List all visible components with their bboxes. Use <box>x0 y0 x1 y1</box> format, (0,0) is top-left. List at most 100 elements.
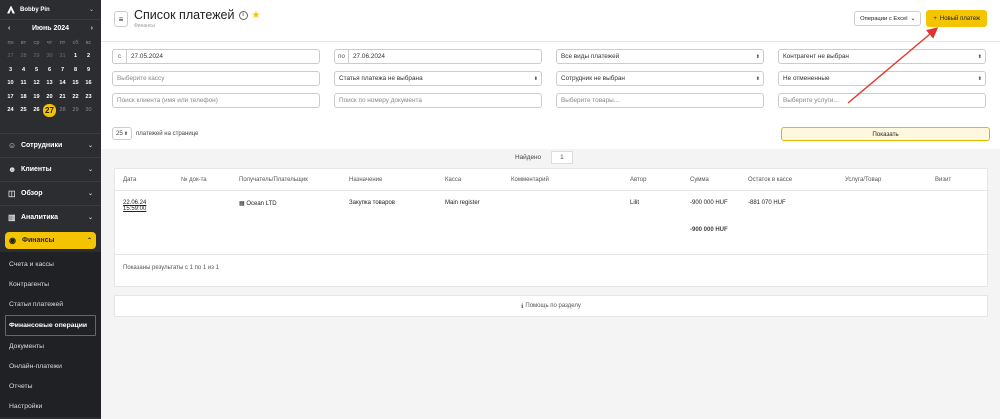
cell-date[interactable]: 22.06.24 15:59:00 <box>115 197 173 221</box>
calendar-day[interactable]: 12 <box>30 77 43 91</box>
document-search-input[interactable]: Поиск по номеру документа <box>334 93 542 108</box>
submenu-item[interactable]: Контрагенты <box>0 274 101 294</box>
calendar-day[interactable]: 10 <box>4 77 17 91</box>
calendar-day[interactable]: 18 <box>17 90 30 104</box>
services-input[interactable]: Выберите услуги... <box>778 93 986 108</box>
calendar-day[interactable]: 15 <box>69 77 82 91</box>
calendar-day[interactable]: 26 <box>30 104 43 118</box>
calendar-day[interactable]: 28 <box>56 104 69 118</box>
chevron-down-icon: ⌄ <box>87 167 93 173</box>
submenu-item[interactable]: Отчеты <box>0 376 101 396</box>
users-icon: ☺ <box>8 140 17 150</box>
select-arrows-icon: ⬍ <box>977 75 982 82</box>
calendar-day[interactable]: 19 <box>30 90 43 104</box>
per-page-control: 25 ⬍ платежей на странице <box>112 127 198 140</box>
menu-item-clients[interactable]: ☻ Клиенты ⌄ <box>0 157 101 181</box>
menu-item-analytics[interactable]: ▥ Аналитика ⌄ <box>0 205 101 229</box>
info-icon[interactable]: i <box>238 10 248 20</box>
menu-item-label: Сотрудники <box>21 142 63 149</box>
goods-input[interactable]: Выберите товары... <box>556 93 764 108</box>
date-to-field[interactable]: по 27.06.2024 <box>334 49 542 64</box>
calendar-day[interactable]: 14 <box>56 77 69 91</box>
employee-value: Сотрудник не выбран <box>561 75 625 82</box>
column-header: Сумма <box>690 176 709 183</box>
submenu-item[interactable]: Настройки <box>0 397 101 417</box>
per-page-value: 25 <box>115 130 123 137</box>
help-link[interactable]: ℹ Помощь по разделу <box>114 295 988 317</box>
cell-cashbox: Main register <box>445 200 480 206</box>
date-to-prefix: по <box>335 50 349 63</box>
found-count: 1 <box>551 151 573 164</box>
user-switcher[interactable]: Bobby Pin ⌄ <box>0 0 101 20</box>
table-row[interactable]: 22.06.24 15:59:00 ▦ Ocean LTD Закупка то… <box>115 197 989 221</box>
employee-select[interactable]: Сотрудник не выбран ⬍ <box>556 71 764 86</box>
submenu-item[interactable]: Онлайн-платежи <box>0 356 101 376</box>
calendar-day[interactable]: 25 <box>17 104 30 118</box>
calendar-day[interactable]: 16 <box>82 77 95 91</box>
client-search-input[interactable]: Поиск клиента (имя или телефон) <box>112 93 320 108</box>
chevron-up-icon: ⌃ <box>86 238 92 244</box>
calendar-weekday: ср <box>33 39 40 46</box>
calendar-day[interactable]: 20 <box>43 90 56 104</box>
date-to-value: 27.06.2024 <box>353 53 385 60</box>
submenu-item[interactable]: Финансовые операции <box>5 314 96 336</box>
calendar-day[interactable]: 29 <box>30 50 43 64</box>
calendar-day[interactable]: 11 <box>17 77 30 91</box>
excel-operations-button[interactable]: Операции с Excel ⌄ <box>854 11 922 26</box>
calendar-day[interactable]: 17 <box>4 90 17 104</box>
calendar-day[interactable]: 5 <box>30 63 43 77</box>
calendar-day[interactable]: 24 <box>4 104 17 118</box>
calendar-day[interactable]: 4 <box>17 63 30 77</box>
calendar-day[interactable]: 23 <box>82 90 95 104</box>
new-payment-button[interactable]: + Новый платеж <box>926 10 987 27</box>
menu-item-overview[interactable]: ◫ Обзор ⌄ <box>0 181 101 205</box>
calendar-day[interactable]: 13 <box>43 77 56 91</box>
counterparty-select[interactable]: Контрагент не выбран ⬍ <box>778 49 986 64</box>
next-month-icon[interactable]: › <box>91 25 93 32</box>
payment-item-select[interactable]: Статья платежа не выбрана ⬍ <box>334 71 542 86</box>
date-from-field[interactable]: с 27.05.2024 <box>112 49 320 64</box>
calendar-weekday: чт <box>46 39 53 46</box>
menu-item-label: Обзор <box>21 190 43 197</box>
menu-item-finance[interactable]: ◉ Финансы ⌃ <box>5 232 96 249</box>
calendar-weekday: вт <box>20 39 27 46</box>
cashbox-input[interactable]: Выберите кассу <box>112 71 320 86</box>
time-link[interactable]: 15:59:00 <box>123 206 173 212</box>
submenu-item[interactable]: Документы <box>0 336 101 356</box>
calendar-day[interactable]: 30 <box>43 50 56 64</box>
menu-toggle-button[interactable]: ≡ <box>114 11 128 27</box>
analytics-icon: ▥ <box>8 212 16 222</box>
star-icon[interactable]: ★ <box>252 10 261 21</box>
show-button[interactable]: Показать <box>781 127 990 141</box>
total-amount: -900 000 HUF <box>690 227 728 233</box>
calendar-day[interactable]: 30 <box>82 104 95 118</box>
calendar-day[interactable]: 29 <box>69 104 82 118</box>
calendar-day[interactable]: 6 <box>43 63 56 77</box>
calendar-day[interactable]: 27 <box>4 50 17 64</box>
payment-type-value: Все виды платежей <box>561 53 620 60</box>
column-header: Касса <box>445 176 462 183</box>
payment-type-select[interactable]: Все виды платежей ⬍ <box>556 49 764 64</box>
calendar-day[interactable]: 9 <box>82 63 95 77</box>
per-page-select[interactable]: 25 ⬍ <box>112 127 132 140</box>
cell-balance: -881 070 HUF <box>748 200 786 206</box>
submenu-item[interactable]: Счета и кассы <box>0 254 101 274</box>
calendar-day[interactable]: 2 <box>82 50 95 64</box>
info-icon: ℹ <box>521 303 524 310</box>
calendar-day[interactable]: 31 <box>56 50 69 64</box>
table-divider <box>115 254 989 255</box>
breadcrumb[interactable]: Финансы <box>134 23 260 29</box>
calendar-day[interactable]: 7 <box>56 63 69 77</box>
calendar-day[interactable]: 8 <box>69 63 82 77</box>
calendar-day-today[interactable]: 27 <box>43 103 56 117</box>
status-select[interactable]: Не отмененные ⬍ <box>778 71 986 86</box>
finance-submenu: Счета и кассы Контрагенты Статьи платежей Ф… <box>0 252 101 418</box>
submenu-item[interactable]: Статьи платежей <box>0 295 101 315</box>
menu-item-users[interactable]: ☺ Сотрудники ⌄ <box>0 133 101 157</box>
calendar-day[interactable]: 3 <box>4 63 17 77</box>
calendar-day[interactable]: 21 <box>56 90 69 104</box>
calendar-day[interactable]: 28 <box>17 50 30 64</box>
calendar-day[interactable]: 1 <box>69 50 82 64</box>
prev-month-icon[interactable]: ‹ <box>8 25 10 32</box>
calendar-day[interactable]: 22 <box>69 90 82 104</box>
